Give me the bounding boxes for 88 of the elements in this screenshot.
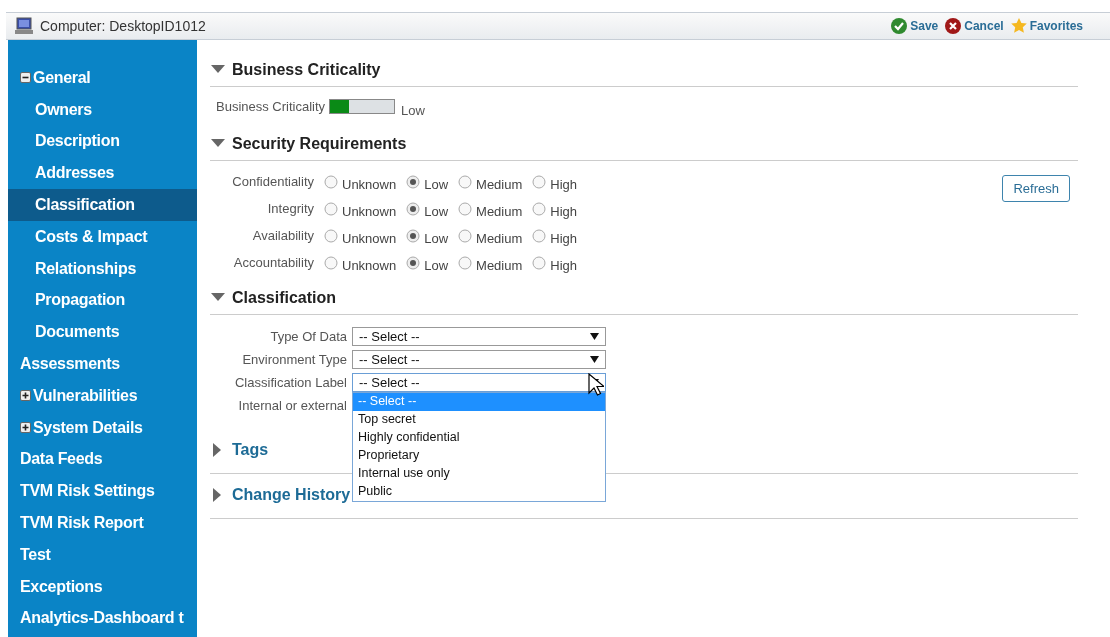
computer-icon [14, 17, 34, 35]
field-label: Environment Type [241, 352, 347, 367]
sidebar-item[interactable]: Propagation [8, 284, 197, 317]
save-button[interactable]: Save [887, 17, 942, 35]
radio-button[interactable] [406, 255, 421, 270]
sidebar-item[interactable]: Costs & Impact [8, 221, 197, 253]
radio-option[interactable]: Low [406, 252, 449, 273]
select-field[interactable]: -- Select -- [352, 373, 606, 392]
section-title: Classification [232, 288, 337, 307]
radio-button[interactable] [458, 201, 473, 216]
sidebar-item[interactable]: Description [8, 125, 197, 158]
radio-option[interactable]: Medium [458, 171, 523, 192]
dropdown-option[interactable]: Top secret [353, 411, 605, 429]
field-label: Availability [251, 228, 314, 243]
criticality-reading: Low [401, 103, 425, 118]
dropdown-arrow-icon [590, 332, 599, 341]
field-label: Business Criticality [216, 99, 326, 114]
radio-button[interactable] [324, 255, 338, 270]
radio-option[interactable]: High [532, 171, 578, 192]
sidebar-item[interactable]: TVM Risk Settings [8, 475, 197, 508]
radio-button[interactable] [532, 201, 547, 216]
collapse-icon[interactable] [20, 72, 31, 84]
radio-option[interactable]: Unknown [324, 171, 397, 192]
favorite-button[interactable]: Favorites [1006, 17, 1086, 35]
sidebar-item[interactable]: TVM Risk Report [8, 507, 197, 539]
radio-option[interactable]: Unknown [324, 225, 397, 246]
radio-button[interactable] [324, 228, 338, 243]
field-label: Accountability [232, 255, 314, 270]
field-label: Classification Label [234, 375, 347, 390]
radio-button[interactable] [458, 174, 473, 189]
sidebar-item[interactable]: System Details [8, 411, 197, 444]
section-title: Change History [232, 486, 351, 504]
close-icon [944, 17, 963, 35]
sidebar-item[interactable]: Test [8, 538, 197, 571]
sidebar-item[interactable]: Relationships [8, 252, 197, 285]
criticality-meter [329, 99, 396, 115]
radio-button[interactable] [532, 255, 547, 270]
radio-option[interactable]: High [532, 252, 578, 273]
section-title: Business Criticality [232, 60, 381, 79]
dropdown-arrow-icon [590, 355, 599, 364]
dropdown-option[interactable]: Public [353, 483, 605, 501]
select-field[interactable]: -- Select -- [352, 350, 606, 369]
window-title: Computer: DesktopID1012 [40, 18, 207, 34]
sidebar-item[interactable]: Documents [8, 316, 197, 349]
cancel-button[interactable]: Cancel [941, 17, 1007, 35]
radio-option[interactable]: Low [406, 171, 449, 192]
sidebar-item[interactable]: Owners [8, 93, 197, 126]
refresh-button[interactable]: Refresh [1002, 175, 1070, 202]
dropdown-option[interactable]: Proprietary [353, 447, 605, 465]
radio-option[interactable]: Medium [458, 198, 523, 219]
select-field[interactable]: -- Select -- [352, 327, 606, 346]
radio-option[interactable]: Unknown [324, 198, 397, 219]
section-title: Tags [232, 441, 269, 459]
dropdown-option[interactable]: Highly confidential [353, 429, 605, 447]
radio-button[interactable] [406, 228, 421, 243]
radio-button[interactable] [324, 201, 338, 216]
radio-option[interactable]: Low [406, 225, 449, 246]
field-label: Type Of Data [269, 329, 347, 344]
star-icon [1009, 17, 1028, 35]
radio-option[interactable]: High [532, 225, 578, 246]
radio-button[interactable] [406, 174, 421, 189]
radio-option[interactable]: Medium [458, 252, 523, 273]
sidebar-item[interactable]: Vulnerabilities [8, 379, 197, 412]
field-label: Integrity [266, 201, 314, 216]
sidebar-item[interactable]: Analytics-Dashboard t [8, 602, 197, 635]
radio-button[interactable] [324, 174, 338, 189]
sidebar-item[interactable]: Assessments [8, 348, 197, 380]
radio-button[interactable] [458, 228, 473, 243]
radio-button[interactable] [532, 228, 547, 243]
expand-icon[interactable] [20, 422, 31, 434]
sidebar-item[interactable]: Addresses [8, 157, 197, 190]
radio-option[interactable]: Low [406, 198, 449, 219]
section-title: Security Requirements [232, 134, 407, 153]
field-label: Internal or external [237, 398, 347, 413]
dropdown-option[interactable]: Internal use only [353, 465, 605, 483]
radio-button[interactable] [532, 174, 547, 189]
sidebar-item[interactable]: Exceptions [8, 570, 197, 603]
radio-button[interactable] [406, 201, 421, 216]
expand-icon[interactable] [20, 390, 31, 402]
radio-option[interactable]: Medium [458, 225, 523, 246]
radio-option[interactable]: High [532, 198, 578, 219]
check-icon [890, 17, 909, 35]
sidebar-item[interactable]: Classification [8, 189, 197, 221]
field-label: Confidentiality [231, 174, 314, 189]
radio-option[interactable]: Unknown [324, 252, 397, 273]
radio-button[interactable] [458, 255, 473, 270]
sidebar-item[interactable]: General [8, 62, 197, 94]
sidebar-item[interactable]: Data Feeds [8, 443, 197, 476]
